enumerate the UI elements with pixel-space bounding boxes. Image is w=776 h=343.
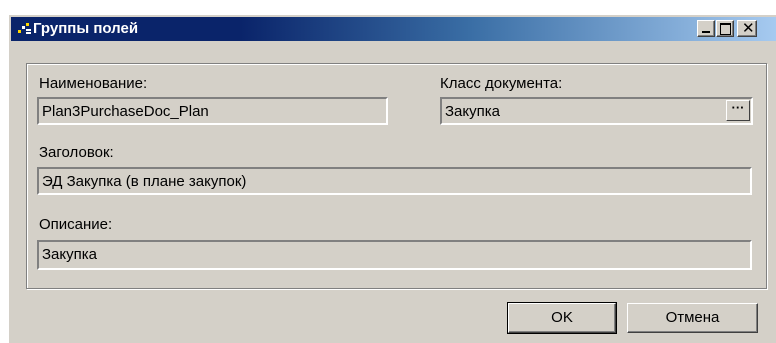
- close-button[interactable]: ✕: [737, 20, 757, 37]
- header-value: ЭД Закупка (в плане закупок): [42, 173, 247, 190]
- doc-class-field[interactable]: Закупка ···: [440, 97, 753, 125]
- field-groups-dialog: Группы полей ✕ Наименование: Plan3Purcha…: [8, 14, 776, 343]
- doc-class-label: Класс документа:: [440, 75, 563, 92]
- header-field[interactable]: ЭД Закупка (в плане закупок): [37, 167, 752, 195]
- header-label: Заголовок:: [39, 144, 114, 161]
- maximize-icon: [720, 23, 731, 35]
- browse-doc-class-button[interactable]: ···: [726, 100, 750, 121]
- description-value: Закупка: [42, 246, 97, 263]
- description-field[interactable]: Закупка: [37, 240, 752, 270]
- name-field[interactable]: Plan3PurchaseDoc_Plan: [37, 97, 388, 125]
- ok-button[interactable]: OK: [507, 302, 617, 334]
- description-label: Описание:: [39, 216, 113, 233]
- title-bar[interactable]: Группы полей ✕: [11, 17, 776, 41]
- minimize-button[interactable]: [697, 20, 715, 37]
- field-groups-icon: [17, 21, 33, 37]
- name-label: Наименование:: [39, 75, 148, 92]
- cancel-button[interactable]: Отмена: [627, 303, 758, 333]
- close-icon: ✕: [742, 20, 755, 37]
- maximize-button[interactable]: [716, 20, 734, 37]
- doc-class-value: Закупка: [445, 103, 500, 120]
- minimize-icon: [702, 31, 710, 33]
- window-title: Группы полей: [33, 20, 139, 37]
- name-value: Plan3PurchaseDoc_Plan: [42, 103, 209, 120]
